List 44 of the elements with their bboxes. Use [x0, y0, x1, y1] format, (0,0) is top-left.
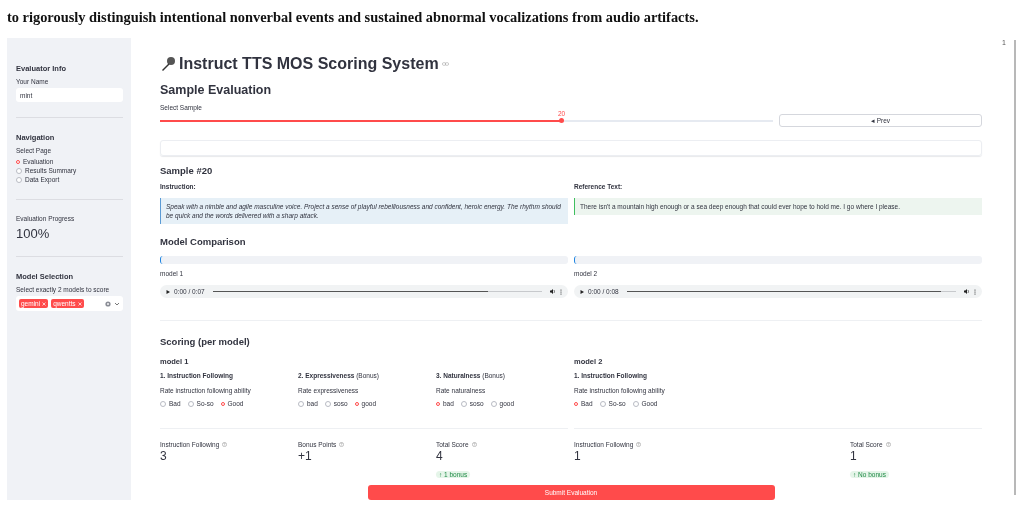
volume-icon[interactable]: [964, 289, 970, 295]
help-icon[interactable]: [636, 442, 642, 448]
metric-value: 1: [850, 449, 858, 464]
radio-button[interactable]: [436, 401, 440, 406]
radio-button[interactable]: [298, 400, 304, 407]
radio-button[interactable]: [632, 400, 639, 407]
section-heading: Scoring (per model): [160, 336, 251, 349]
scrollbar[interactable]: [1014, 40, 1016, 495]
app-title: Instruct TTS MOS Scoring System: [179, 54, 439, 73]
help-icon[interactable]: [471, 442, 477, 448]
radio-button[interactable]: [324, 400, 331, 407]
play-icon[interactable]: [580, 289, 584, 294]
radio-button[interactable]: [16, 167, 22, 174]
metric-value: 1: [574, 449, 582, 464]
radio-button[interactable]: [16, 176, 22, 183]
radio-button[interactable]: [574, 401, 578, 406]
radio-button[interactable]: [460, 400, 467, 407]
help-icon[interactable]: [222, 442, 228, 448]
sample-heading: Sample #20: [160, 165, 214, 178]
radio-button[interactable]: [599, 400, 606, 407]
slider-thumb[interactable]: [559, 117, 564, 123]
close-icon[interactable]: [77, 301, 82, 306]
radio-button[interactable]: [187, 400, 194, 407]
radio-button[interactable]: [354, 401, 359, 406]
radio-button[interactable]: [16, 159, 20, 164]
caption-text: to rigorously distinguish intentional nonverbal events and sustained abnormal vocalizations from audio artifacts.: [6, 8, 700, 27]
section-heading: Sample Evaluation: [160, 81, 273, 98]
play-icon[interactable]: [166, 289, 170, 294]
chevron-down-icon[interactable]: [114, 301, 120, 306]
radio-button[interactable]: [220, 401, 225, 406]
metric-value: 4: [436, 449, 444, 464]
microphone-icon: [160, 55, 176, 72]
radio-button[interactable]: [490, 400, 497, 407]
link-icon[interactable]: [441, 61, 449, 66]
metric-value: +1: [298, 449, 313, 464]
metric-value: 100%: [16, 226, 51, 241]
help-icon[interactable]: [339, 442, 345, 448]
section-heading: Model Comparison: [160, 236, 247, 249]
help-icon[interactable]: [885, 442, 891, 448]
volume-icon[interactable]: [550, 289, 556, 295]
clear-icon[interactable]: [105, 300, 111, 307]
metric-value: 3: [160, 449, 168, 464]
radio-button[interactable]: [160, 400, 166, 407]
close-icon[interactable]: [42, 301, 47, 306]
